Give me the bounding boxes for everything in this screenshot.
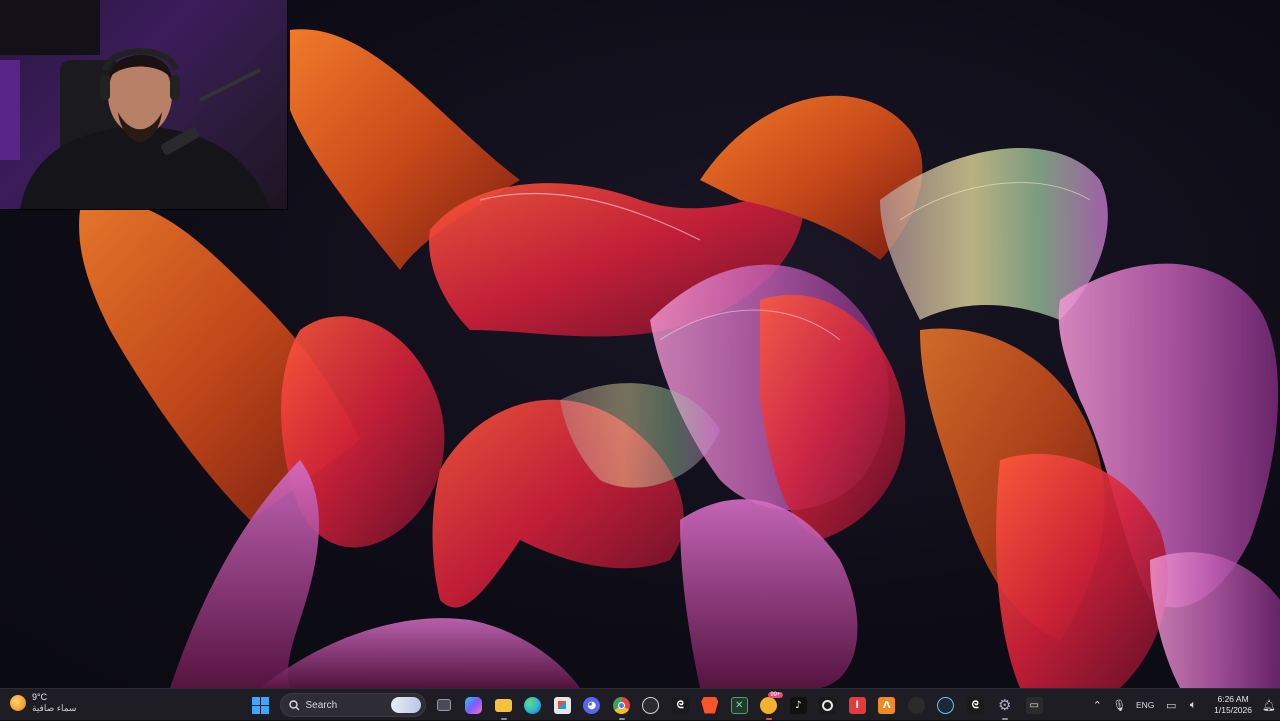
red-app-button[interactable]: ا: [843, 689, 873, 721]
app-orange-icon: Λ: [878, 696, 896, 714]
capcut-button[interactable]: ᘓ: [666, 689, 696, 721]
weather-widget[interactable]: 9°C سماء صافية: [10, 692, 76, 714]
search-icon: [288, 699, 299, 710]
windows-logo-icon: [252, 696, 270, 714]
chrome-button[interactable]: [607, 689, 637, 721]
spreadsheet-button[interactable]: ✕: [725, 689, 755, 721]
gamepad-icon: ▭: [1025, 696, 1043, 714]
dark-app-button[interactable]: [902, 689, 932, 721]
language-indicator[interactable]: ENG: [1130, 689, 1160, 721]
capcut-icon: ᘓ: [671, 696, 689, 714]
search-placeholder: Search: [305, 699, 338, 711]
folder-icon: [494, 698, 512, 712]
gear-icon: ⚙: [998, 696, 1012, 714]
obs-button[interactable]: [636, 689, 666, 721]
brave-icon: [701, 696, 719, 714]
start-button[interactable]: [246, 689, 276, 721]
weather-sun-moon-icon: [10, 695, 26, 711]
spreadsheet-icon: ✕: [730, 696, 748, 714]
tiktok-button[interactable]: ♪: [784, 689, 814, 721]
copilot-button[interactable]: [459, 689, 489, 721]
webcam-person-image: [0, 0, 270, 209]
search-box[interactable]: Search: [279, 693, 426, 717]
weather-condition: سماء صافية: [32, 703, 77, 713]
system-tray: ⌃ 🎙︎ ENG ▭ 🔈︎ 6:26 AM 1/15/2026 🔔︎: [1086, 689, 1280, 721]
capcut-icon: ᘓ: [966, 696, 984, 714]
brave-button[interactable]: [695, 689, 725, 721]
orange-app-button[interactable]: Λ: [872, 689, 902, 721]
task-view-icon: [437, 699, 452, 711]
notification-bell-icon[interactable]: 🔔︎: [1258, 689, 1280, 721]
clock-time: 6:26 AM: [1217, 694, 1249, 704]
steam-button[interactable]: [931, 689, 961, 721]
discord-button[interactable]: ◕: [577, 689, 607, 721]
desktop: [0, 0, 1280, 688]
search-highlight-image: [390, 697, 421, 713]
edge-button[interactable]: [518, 689, 548, 721]
settings-button[interactable]: ⚙: [990, 689, 1020, 721]
webcam-overlay: [0, 0, 288, 210]
network-icon[interactable]: ▭: [1160, 689, 1182, 721]
chat-icon: [760, 696, 778, 714]
app-red-icon: ا: [848, 696, 866, 714]
edge-icon: [524, 696, 542, 714]
taskbar-app-icons: Search ◕ ᘓ ✕ 99+ ♪ ا Λ ᘓ ⚙ ▭: [246, 689, 1049, 721]
capcut2-button[interactable]: ᘓ: [961, 689, 991, 721]
tiktok-icon: ♪: [789, 696, 807, 714]
copilot-icon: [465, 696, 483, 714]
clock[interactable]: 6:26 AM 1/15/2026: [1214, 694, 1252, 716]
obs-icon: [642, 696, 660, 714]
microphone-icon[interactable]: 🎙︎: [1108, 689, 1130, 721]
ring-app-button[interactable]: [813, 689, 843, 721]
weather-temperature: 9°C: [32, 692, 48, 702]
notification-badge: 99+: [768, 692, 783, 698]
volume-icon[interactable]: 🔈︎: [1182, 689, 1204, 721]
messenger-button[interactable]: 99+: [754, 689, 784, 721]
chevron-up-icon[interactable]: ⌃: [1086, 689, 1108, 721]
ring-icon: [819, 696, 837, 714]
file-explorer-button[interactable]: [489, 689, 519, 721]
store-button[interactable]: [548, 689, 578, 721]
store-icon: [553, 696, 571, 714]
app-dark-icon: [907, 696, 925, 714]
chrome-icon: [612, 696, 630, 714]
clock-date: 1/15/2026: [1214, 705, 1252, 715]
task-view-button[interactable]: [430, 689, 460, 721]
steam-icon: [937, 696, 955, 714]
game-button[interactable]: ▭: [1020, 689, 1050, 721]
discord-icon: ◕: [583, 696, 601, 714]
taskbar: 9°C سماء صافية Search ◕ ᘓ ✕ 99+ ♪ ا Λ ᘓ …: [0, 688, 1280, 720]
